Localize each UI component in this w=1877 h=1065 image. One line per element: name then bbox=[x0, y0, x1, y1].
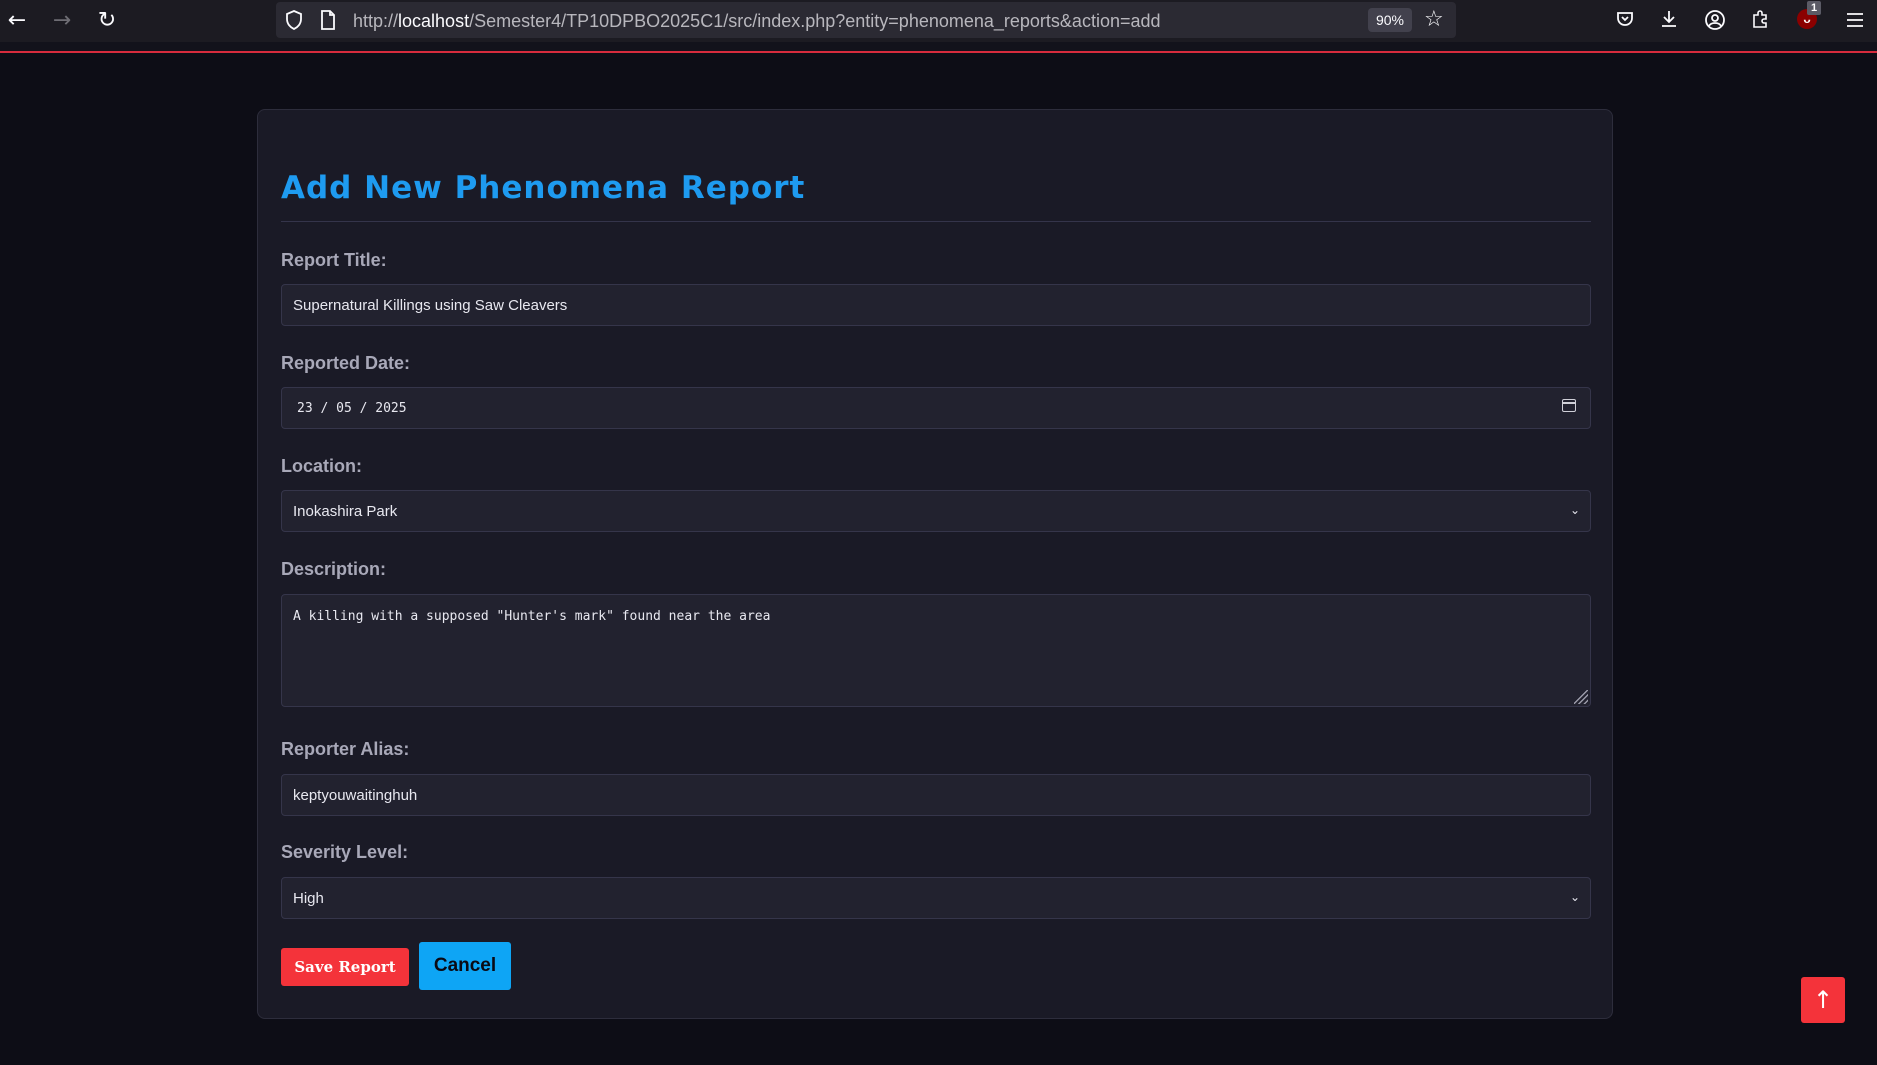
scroll-to-top-button[interactable]: ↑ bbox=[1801, 977, 1845, 1023]
severity-select[interactable]: High ⌄ bbox=[281, 877, 1591, 919]
pocket-icon[interactable] bbox=[1613, 9, 1637, 33]
resize-grip-icon[interactable] bbox=[1574, 690, 1588, 704]
reload-icon[interactable]: ↻ bbox=[94, 8, 120, 34]
reporter-alias-input[interactable]: keptyouwaitinghuh bbox=[281, 774, 1591, 816]
toolbar-shadow bbox=[0, 42, 1877, 51]
extension-badge: 1 bbox=[1807, 1, 1821, 15]
back-icon[interactable]: ← bbox=[4, 8, 30, 34]
reporter-alias-value: keptyouwaitinghuh bbox=[293, 787, 418, 804]
reported-date-value: 23 / 05 / 2025 bbox=[297, 401, 407, 416]
zoom-level[interactable]: 90% bbox=[1368, 8, 1412, 32]
report-form-card: Add New Phenomena Report Report Title: S… bbox=[257, 109, 1613, 1019]
bookmark-star-icon[interactable]: ☆ bbox=[1424, 8, 1444, 32]
calendar-icon[interactable] bbox=[1562, 399, 1576, 412]
chevron-down-icon: ⌄ bbox=[1569, 503, 1580, 517]
cancel-button[interactable]: Cancel bbox=[419, 942, 511, 990]
reported-date-label: Reported Date: bbox=[281, 353, 411, 373]
extensions-icon[interactable] bbox=[1748, 9, 1772, 33]
severity-label: Severity Level: bbox=[281, 842, 409, 862]
shield-icon[interactable] bbox=[284, 10, 304, 30]
reported-date-input[interactable]: 23 / 05 / 2025 bbox=[281, 387, 1591, 429]
location-select[interactable]: Inokashira Park ⌄ bbox=[281, 490, 1591, 532]
location-label: Location: bbox=[281, 456, 362, 476]
url-prefix: http:// bbox=[353, 11, 399, 31]
url-path: /Semester4/TP10DPBO2025C1/src/index.php?… bbox=[469, 11, 1161, 31]
download-icon[interactable] bbox=[1657, 9, 1681, 33]
browser-toolbar: ← → ↻ http://localhost/Semester4/TP10DPB… bbox=[0, 0, 1877, 42]
account-icon[interactable] bbox=[1703, 9, 1727, 33]
title-divider bbox=[281, 221, 1591, 222]
page-title: Add New Phenomena Report bbox=[281, 170, 806, 206]
chevron-down-icon: ⌄ bbox=[1569, 890, 1580, 904]
page-icon[interactable] bbox=[318, 10, 338, 30]
severity-value: High bbox=[293, 890, 324, 907]
url-host: localhost bbox=[398, 11, 470, 31]
header-accent-line bbox=[0, 51, 1877, 53]
description-value: A killing with a supposed "Hunter's mark… bbox=[293, 609, 771, 624]
forward-icon[interactable]: → bbox=[49, 8, 75, 34]
description-textarea[interactable]: A killing with a supposed "Hunter's mark… bbox=[281, 594, 1591, 707]
url-bar[interactable]: http://localhost/Semester4/TP10DPBO2025C… bbox=[276, 2, 1456, 38]
menu-icon[interactable] bbox=[1843, 9, 1867, 33]
reporter-alias-label: Reporter Alias: bbox=[281, 739, 410, 759]
save-report-button[interactable]: Save Report bbox=[281, 948, 409, 986]
report-title-input[interactable]: Supernatural Killings using Saw Cleavers bbox=[281, 284, 1591, 326]
description-label: Description: bbox=[281, 559, 387, 579]
report-title-label: Report Title: bbox=[281, 250, 387, 270]
url-text[interactable]: http://localhost/Semester4/TP10DPBO2025C… bbox=[353, 11, 1161, 32]
report-title-value: Supernatural Killings using Saw Cleavers bbox=[293, 297, 568, 314]
location-value: Inokashira Park bbox=[293, 503, 398, 520]
